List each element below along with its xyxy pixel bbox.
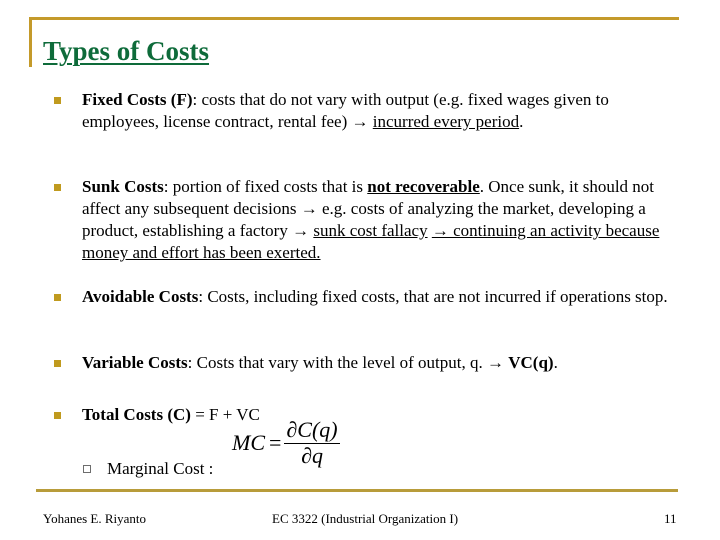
bullet-total-costs: Total Costs (C) = F + VC xyxy=(54,404,684,426)
emphasis-not-recoverable: not recoverable xyxy=(367,177,480,196)
footer-course: EC 3322 (Industrial Organization I) xyxy=(272,511,459,526)
sub-bullet-label: Marginal Cost : xyxy=(107,459,214,478)
formula-denominator: ∂q xyxy=(301,443,323,468)
bullet-text: Total Costs (C) = F + VC xyxy=(82,404,684,426)
term-sunk-costs: Sunk Costs xyxy=(82,177,164,196)
frame-top-rule xyxy=(29,17,679,20)
bullet-text: Fixed Costs (F): costs that do not vary … xyxy=(82,89,684,133)
footer-author: Yohanes E. Riyanto xyxy=(43,511,147,526)
definition-text: : portion of fixed costs that is xyxy=(163,177,368,196)
slide-title: Types of Costs xyxy=(43,36,210,66)
bullet-avoidable-costs: Avoidable Costs: Costs, including fixed … xyxy=(54,286,684,308)
hollow-square-bullet-icon xyxy=(83,465,91,473)
square-bullet-icon xyxy=(54,97,61,104)
square-bullet-icon xyxy=(54,294,61,301)
term-avoidable-costs: Avoidable Costs xyxy=(82,287,199,306)
definition-text: : Costs, including fixed costs, that are… xyxy=(198,287,668,306)
bullet-fixed-costs: Fixed Costs (F): costs that do not vary … xyxy=(54,89,684,133)
square-bullet-icon xyxy=(54,184,61,191)
punctuation: . xyxy=(519,112,524,131)
marginal-cost-formula: MC = ∂C(q) ∂q xyxy=(232,418,340,468)
formula-equals: = xyxy=(269,430,282,455)
bullet-variable-costs: Variable Costs: Costs that vary with the… xyxy=(54,352,684,374)
bullet-text: Variable Costs: Costs that vary with the… xyxy=(82,352,684,374)
term-vc-q: VC(q) xyxy=(508,353,554,372)
page-number: 11 xyxy=(664,511,677,526)
arrow-right-icon: → xyxy=(351,112,369,131)
term-fixed-costs: Fixed Costs (F) xyxy=(82,90,193,109)
emphasis-incurred-every-period: incurred every period xyxy=(372,112,520,131)
definition-text: : Costs that vary with the level of outp… xyxy=(187,353,487,372)
term-total-costs: Total Costs (C) xyxy=(82,405,191,424)
arrow-right-icon: → xyxy=(487,353,504,372)
emphasis-sunk-cost-fallacy: sunk cost fallacy xyxy=(313,221,428,240)
term-variable-costs: Variable Costs xyxy=(82,353,188,372)
bullet-text: Avoidable Costs: Costs, including fixed … xyxy=(82,286,684,308)
footer-rule xyxy=(36,489,678,492)
square-bullet-icon xyxy=(54,412,61,419)
formula-lhs: MC xyxy=(232,430,265,455)
bullet-text: Sunk Costs: portion of fixed costs that … xyxy=(82,176,684,264)
bullet-sunk-costs: Sunk Costs: portion of fixed costs that … xyxy=(54,176,684,264)
punctuation: . xyxy=(553,353,558,372)
sub-bullet-marginal-cost: Marginal Cost : xyxy=(83,458,213,480)
square-bullet-icon xyxy=(54,360,61,367)
formula-fraction: ∂C(q) ∂q xyxy=(284,417,340,468)
arrow-right-icon: → xyxy=(292,221,310,240)
arrow-right-icon: → xyxy=(300,199,318,218)
formula-numerator: ∂C(q) xyxy=(284,417,340,444)
frame-left-rule xyxy=(29,17,32,67)
